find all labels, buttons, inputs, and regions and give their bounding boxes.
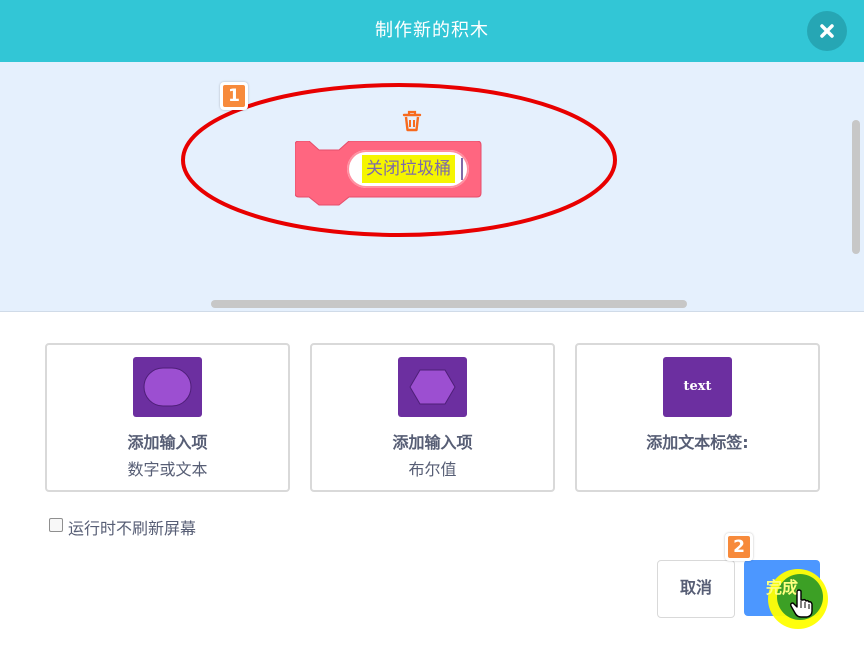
add-input-number-text-card[interactable]: 添加输入项 数字或文本 — [45, 343, 290, 492]
card-title: 添加输入项 — [127, 433, 208, 452]
boolean-input-icon — [398, 357, 467, 417]
card-subtitle: 布尔值 — [408, 460, 457, 479]
text-caret — [461, 158, 463, 180]
step-badge-2-label: 2 — [728, 536, 750, 558]
run-without-refresh-checkbox[interactable] — [49, 518, 63, 532]
block-label-input[interactable]: 关闭垃圾桶 — [347, 150, 469, 188]
add-input-boolean-card[interactable]: 添加输入项 布尔值 — [310, 343, 555, 492]
round-input-icon — [133, 357, 202, 417]
card-title: 添加文本标签: — [646, 433, 749, 452]
step-badge-1: 1 — [220, 82, 248, 110]
cancel-button[interactable]: 取消 — [657, 560, 735, 618]
vertical-scrollbar[interactable] — [852, 120, 860, 254]
add-text-label-card[interactable]: text 添加文本标签: — [575, 343, 820, 492]
step-badge-2: 2 — [725, 533, 753, 561]
dialog-title: 制作新的积木 — [375, 20, 489, 41]
horizontal-scrollbar[interactable] — [211, 300, 687, 308]
text-label-icon-text: text — [683, 379, 712, 394]
dialog-header: 制作新的积木 — [0, 0, 864, 62]
run-without-refresh-label: 运行时不刷新屏幕 — [68, 519, 197, 538]
text-label-icon: text — [663, 357, 732, 417]
card-title: 添加输入项 — [392, 433, 473, 452]
trash-icon[interactable] — [401, 109, 423, 133]
hand-pointer-icon — [790, 589, 813, 618]
step-badge-1-label: 1 — [223, 85, 245, 107]
card-subtitle: 数字或文本 — [127, 460, 208, 479]
close-x-icon — [820, 24, 834, 38]
block-label-text: 关闭垃圾桶 — [362, 155, 455, 183]
close-button[interactable] — [807, 11, 847, 51]
